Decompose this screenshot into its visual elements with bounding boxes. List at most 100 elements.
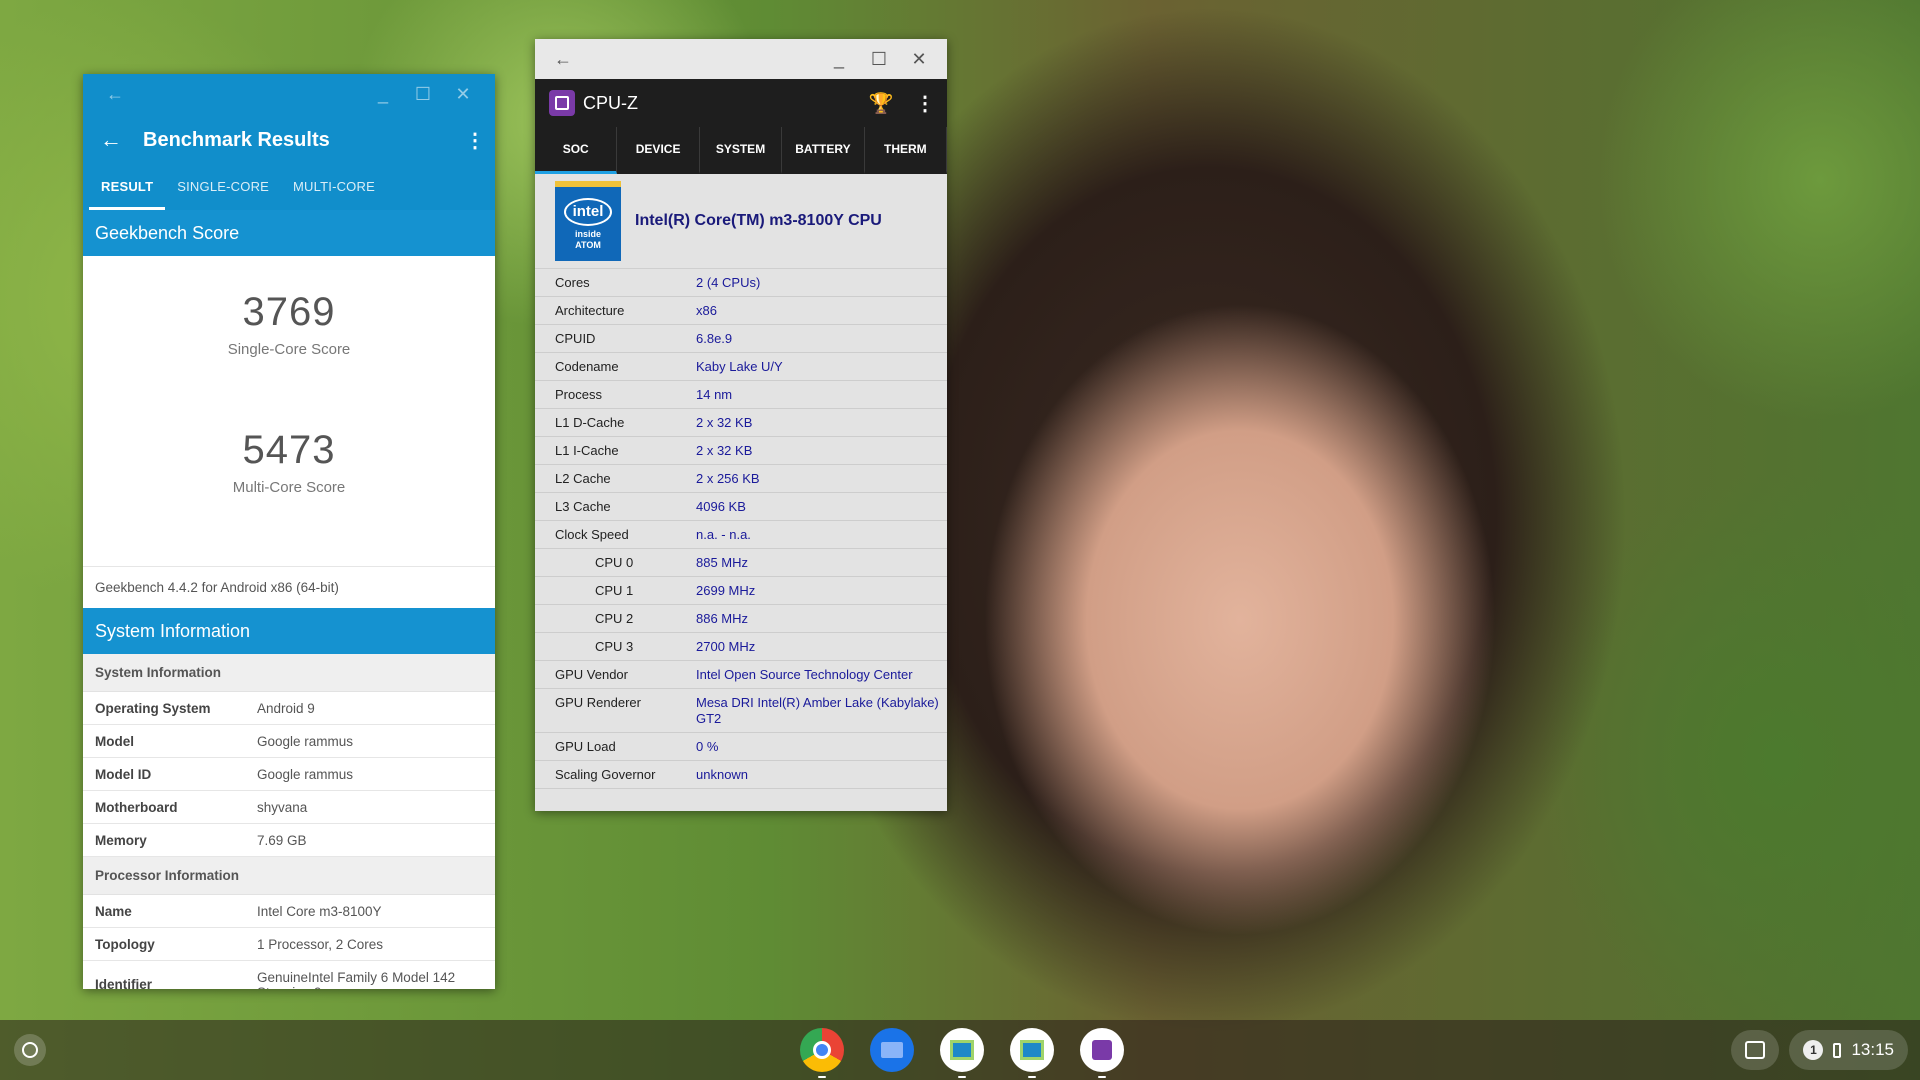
row-value: 2699 MHz [696, 583, 756, 598]
app-title: CPU-Z [583, 92, 638, 113]
row-key: Scaling Governor [555, 767, 656, 782]
table-row: GPU Renderer Mesa DRI Intel(R) Amber Lake… [535, 689, 947, 733]
geekbench-caption-bar: ← _ ☐ ✕ [83, 74, 495, 114]
close-icon[interactable]: ✕ [899, 49, 939, 70]
geekbench-app-bar: ← Benchmark Results ⋮ [83, 114, 495, 166]
caption-back-icon[interactable]: ← [543, 49, 583, 70]
table-row: Process 14 nm [535, 381, 947, 409]
geekbench-icon-2[interactable] [1010, 1028, 1054, 1078]
score-panel: 3769 Single-Core Score 5473 Multi-Core S… [83, 256, 495, 566]
geekbench-score-header: Geekbench Score [83, 210, 495, 256]
chrome-icon[interactable] [800, 1028, 844, 1078]
cpuz-icon[interactable] [1080, 1028, 1124, 1078]
row-value: 1 Processor, 2 Cores [257, 936, 384, 952]
row-value: 885 MHz [696, 555, 749, 570]
pinned-apps [800, 1028, 1124, 1078]
close-icon[interactable]: ✕ [443, 84, 483, 105]
cpuz-app-bar: CPU-Z 🏆 ⋮ [535, 79, 947, 127]
row-key: Model ID [95, 766, 152, 782]
table-row: Operating System Android 9 [83, 692, 495, 725]
row-value: 14 nm [696, 387, 733, 402]
maximize-icon[interactable]: ☐ [403, 84, 443, 105]
row-value: 7.69 GB [257, 832, 307, 848]
tab-system[interactable]: SYSTEM [700, 127, 783, 174]
launcher-icon[interactable] [14, 1034, 46, 1066]
intel-logo-icon: intel inside ATOM [555, 181, 621, 261]
row-value: shyvana [257, 799, 308, 815]
caption-back-icon[interactable]: ← [95, 84, 135, 105]
trophy-icon[interactable]: 🏆 [859, 91, 903, 116]
table-row: CPU 2 886 MHz [535, 605, 947, 633]
row-value: Google rammus [257, 733, 354, 749]
overflow-menu-icon[interactable]: ⋮ [455, 128, 495, 153]
row-key: CPU 0 [595, 555, 634, 570]
row-key: GPU Load [555, 739, 616, 754]
row-value: Google rammus [257, 766, 354, 782]
row-key: Codename [555, 359, 619, 374]
tab-thermal[interactable]: THERM [865, 127, 947, 174]
row-value: 0 % [696, 739, 719, 754]
row-key: L3 Cache [555, 499, 611, 514]
row-key: Motherboard [95, 799, 178, 815]
row-key: Model [95, 733, 134, 749]
multi-core-score-block: 5473 Multi-Core Score [83, 428, 495, 566]
geekbench-window: ← _ ☐ ✕ ← Benchmark Results ⋮ RESULT SIN… [83, 74, 495, 989]
row-key: L1 I-Cache [555, 443, 619, 458]
system-tray-button[interactable]: 1 13:15 [1789, 1030, 1908, 1070]
shelf: 1 13:15 [0, 1020, 1920, 1080]
row-value: 2 x 32 KB [696, 415, 753, 430]
table-row: Cores 2 (4 CPUs) [535, 269, 947, 297]
holding-space-button[interactable] [1731, 1030, 1780, 1070]
intel-logo-line1: inside [574, 228, 601, 239]
holding-space-icon [1745, 1041, 1766, 1059]
back-arrow-icon[interactable]: ← [83, 127, 139, 153]
table-row: Memory 7.69 GB [83, 824, 495, 857]
tab-result[interactable]: RESULT [89, 166, 166, 210]
row-value: x86 [696, 303, 717, 318]
geekbench-icon[interactable] [940, 1028, 984, 1078]
files-icon[interactable] [870, 1028, 914, 1072]
row-key: GPU Renderer [555, 695, 641, 710]
tab-single-core[interactable]: SINGLE-CORE [165, 166, 281, 210]
cpu-header: intel inside ATOM Intel(R) Core(TM) m3-8… [535, 174, 947, 269]
table-row: CPUID 6.8e.9 [535, 325, 947, 353]
table-row: Scaling Governor unknown [535, 761, 947, 789]
single-core-score-label: Single-Core Score [227, 341, 351, 358]
geekbench-version: Geekbench 4.4.2 for Android x86 (64-bit) [83, 566, 495, 608]
row-value: 2700 MHz [696, 639, 756, 654]
tab-device[interactable]: DEVICE [617, 127, 700, 174]
minimize-icon[interactable]: _ [819, 49, 859, 70]
table-row: L1 I-Cache 2 x 32 KB [535, 437, 947, 465]
cpuz-caption-bar: ← _ ☐ ✕ [535, 39, 947, 79]
multi-core-score-label: Multi-Core Score [232, 479, 346, 496]
intel-logo-line2: ATOM [575, 239, 601, 250]
table-row: CPU 3 2700 MHz [535, 633, 947, 661]
geekbench-tabs: RESULT SINGLE-CORE MULTI-CORE [83, 166, 495, 210]
row-key: Identifier [95, 977, 153, 989]
row-key: L1 D-Cache [555, 415, 625, 430]
overflow-menu-icon[interactable]: ⋮ [903, 91, 947, 116]
page-title: Benchmark Results [143, 128, 330, 151]
minimize-icon[interactable]: _ [363, 84, 403, 105]
table-row: L1 D-Cache 2 x 32 KB [535, 409, 947, 437]
multi-core-score: 5473 [242, 428, 336, 472]
table-row: CPU 0 885 MHz [535, 549, 947, 577]
tab-battery[interactable]: BATTERY [782, 127, 865, 174]
row-value: 6.8e.9 [696, 331, 733, 346]
row-key: CPU 1 [595, 583, 634, 598]
row-value: 2 (4 CPUs) [696, 275, 761, 290]
row-key: CPU 2 [595, 611, 634, 626]
single-core-score-block: 3769 Single-Core Score [83, 290, 495, 428]
row-value: Intel Open Source Technology Center [696, 667, 913, 682]
system-information-header: System Information [83, 608, 495, 654]
maximize-icon[interactable]: ☐ [859, 49, 899, 70]
row-key: CPUID [555, 331, 596, 346]
row-key: L2 Cache [555, 471, 611, 486]
tab-soc[interactable]: SOC [535, 127, 618, 174]
battery-icon [1833, 1042, 1842, 1058]
tab-multi-core[interactable]: MULTI-CORE [281, 166, 387, 210]
table-row: Motherboard shyvana [83, 791, 495, 824]
row-key: Name [95, 903, 132, 919]
cpuz-logo-icon [549, 90, 575, 116]
row-key: CPU 3 [595, 639, 634, 654]
